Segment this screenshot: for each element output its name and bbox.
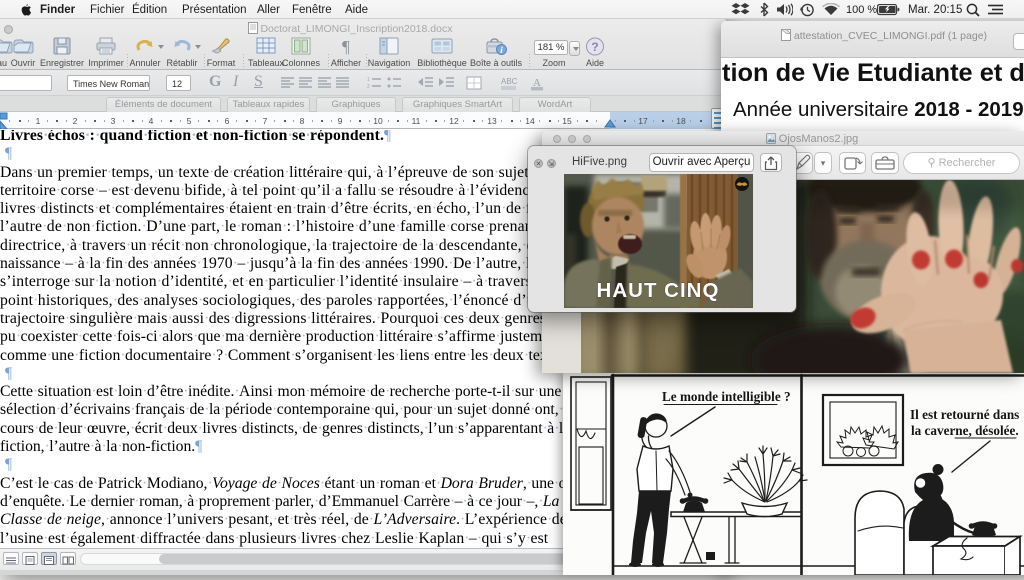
svg-text:Le monde intelligible ?: Le monde intelligible ? bbox=[662, 389, 791, 404]
svg-text:HAUT CINQ: HAUT CINQ bbox=[597, 279, 720, 302]
svg-text:la caverne, désolée.: la caverne, désolée. bbox=[911, 423, 1019, 438]
svg-text:Il est retourné dans: Il est retourné dans bbox=[910, 407, 1019, 422]
svg-text:1: 1 bbox=[367, 77, 370, 83]
svg-text:2: 2 bbox=[367, 84, 370, 89]
svg-text:?: ? bbox=[591, 40, 598, 54]
svg-text:¶: ¶ bbox=[342, 37, 350, 55]
svg-text:ABC: ABC bbox=[501, 77, 518, 86]
